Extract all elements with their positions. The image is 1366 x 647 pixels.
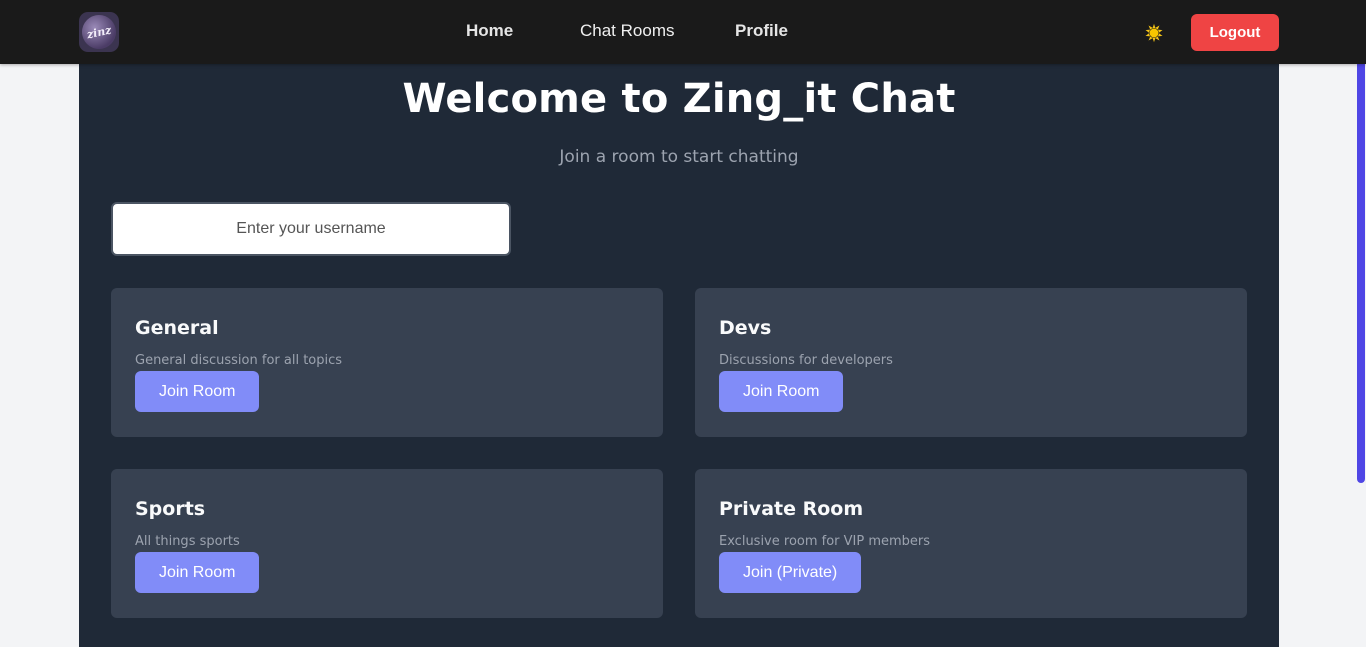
page-title: Welcome to Zing_it Chat [402,76,956,122]
room-card-private: Private Room Exclusive room for VIP memb… [695,469,1247,618]
sun-icon-graphic [1144,22,1164,44]
sun-icon[interactable] [1141,20,1167,46]
room-description: Exclusive room for VIP members [719,534,931,549]
nav-link-home[interactable]: Home [466,21,513,41]
room-description: All things sports [135,534,240,549]
room-description: Discussions for developers [719,353,893,368]
username-input[interactable] [111,202,511,256]
app-logo[interactable]: zinz [79,12,119,52]
room-name: Devs [719,317,772,339]
nav-link-profile[interactable]: Profile [735,21,788,41]
room-name: Private Room [719,498,864,520]
room-card-devs: Devs Discussions for developers Join Roo… [695,288,1247,437]
main-panel: Welcome to Zing_it Chat Join a room to s… [79,64,1279,647]
room-card-general: General General discussion for all topic… [111,288,663,437]
room-card-sports: Sports All things sports Join Room [111,469,663,618]
logo-badge: zinz [79,12,119,52]
scrollbar-thumb[interactable] [1357,36,1365,483]
join-private-room-button[interactable]: Join (Private) [719,552,862,593]
page-subtitle: Join a room to start chatting [559,147,799,167]
join-room-button-devs[interactable]: Join Room [719,371,844,412]
logout-button[interactable]: Logout [1191,14,1279,51]
room-name: General [135,317,219,339]
navbar: zinz Home Chat Rooms Profile Logout [0,0,1366,64]
join-room-button-sports[interactable]: Join Room [135,552,260,593]
nav-link-chat-rooms[interactable]: Chat Rooms [580,21,674,41]
room-name: Sports [135,498,206,520]
join-room-button-general[interactable]: Join Room [135,371,260,412]
room-description: General discussion for all topics [135,353,343,368]
